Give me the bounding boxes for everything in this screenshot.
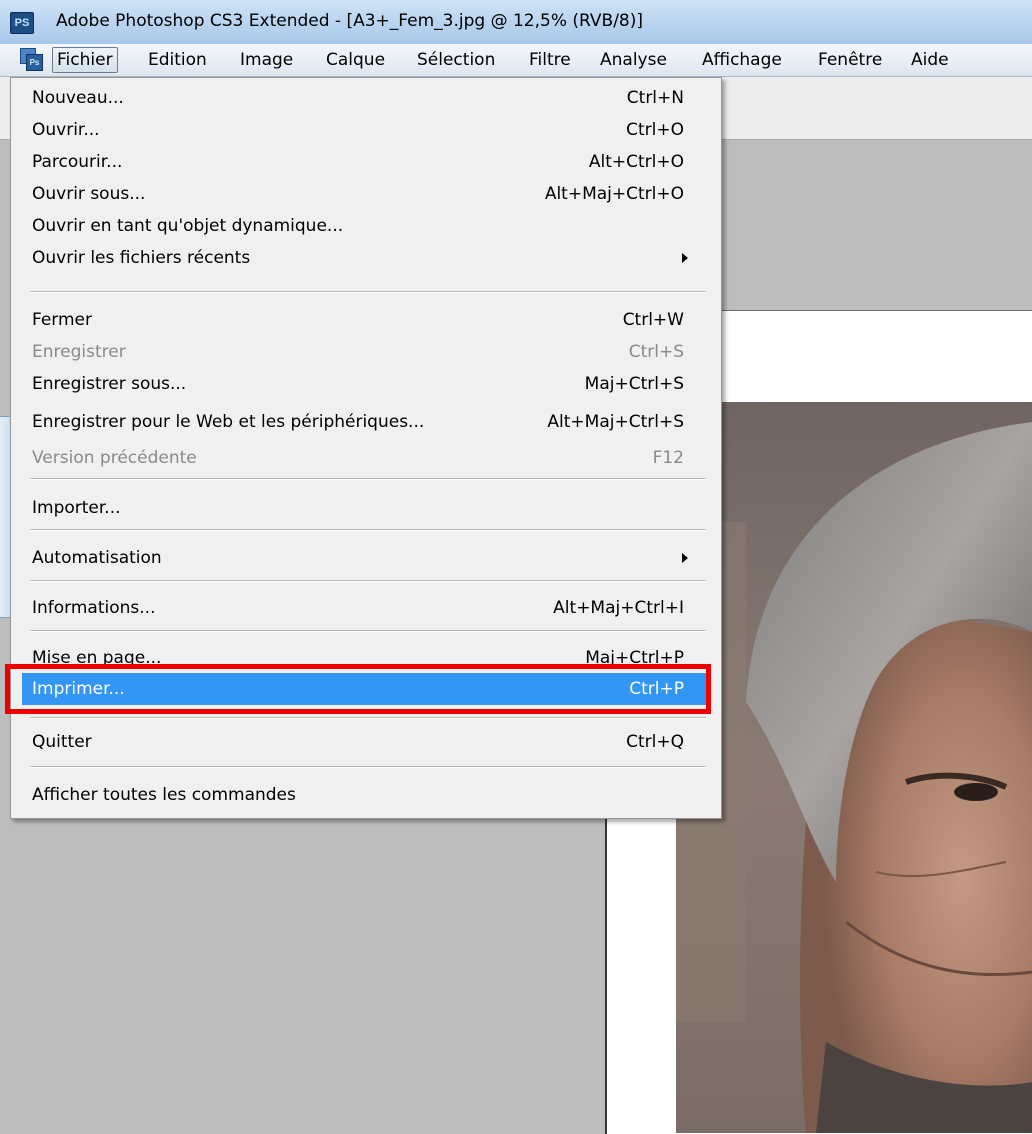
menu-separator [30,291,706,293]
submenu-arrow-icon [682,253,688,263]
document-icon[interactable]: Ps [20,48,43,71]
menu-item-informations[interactable]: Informations... Alt+Maj+Ctrl+I [32,593,692,623]
menu-image[interactable]: Image [236,47,297,73]
menu-separator [30,478,706,480]
submenu-arrow-icon [682,553,688,563]
menu-item-ouvrir[interactable]: Ouvrir... Ctrl+O [32,115,692,145]
menu-item-parcourir[interactable]: Parcourir... Alt+Ctrl+O [32,147,692,177]
title-bar: PS Adobe Photoshop CS3 Extended - [A3+_F… [0,0,1032,44]
menu-item-fermer[interactable]: Fermer Ctrl+W [32,305,692,335]
menu-analyse[interactable]: Analyse [596,47,671,73]
menu-item-version-precedente: Version précédente F12 [32,448,684,468]
portrait-image [676,402,1032,1133]
menu-separator [30,529,706,531]
photoshop-app-icon: PS [10,12,34,34]
menu-calque[interactable]: Calque [322,47,389,73]
menu-item-enregistrer-sous[interactable]: Enregistrer sous... Maj+Ctrl+S [32,369,692,399]
menu-fichier[interactable]: Fichier [52,47,118,73]
menu-separator [30,717,706,719]
menu-item-fichiers-recents[interactable]: Ouvrir les fichiers récents [32,243,692,273]
menu-filtre[interactable]: Filtre [525,47,575,73]
window-title: Adobe Photoshop CS3 Extended - [A3+_Fem_… [56,11,644,31]
menu-affichage[interactable]: Affichage [698,47,786,73]
menu-item-enregistrer-web[interactable]: Enregistrer pour le Web et les périphéri… [32,407,692,437]
menu-item-objet-dynamique[interactable]: Ouvrir en tant qu'objet dynamique... [32,211,692,241]
menu-item-nouveau[interactable]: Nouveau... Ctrl+N [32,83,692,113]
menu-separator [30,580,706,582]
menu-aide[interactable]: Aide [907,47,953,73]
menu-edition[interactable]: Edition [144,47,211,73]
menu-separator [30,766,706,768]
annotation-highlight-box [5,664,711,714]
menu-selection[interactable]: Sélection [413,47,499,73]
menu-item-enregistrer: Enregistrer Ctrl+S [32,342,684,362]
menu-item-importer[interactable]: Importer... [32,493,692,523]
menu-item-afficher-commandes[interactable]: Afficher toutes les commandes [32,780,692,810]
menu-separator [30,630,706,632]
menu-fenetre[interactable]: Fenêtre [814,47,886,73]
menu-item-quitter[interactable]: Quitter Ctrl+Q [32,727,692,757]
menu-item-automatisation[interactable]: Automatisation [32,543,692,573]
menu-item-ouvrir-sous[interactable]: Ouvrir sous... Alt+Maj+Ctrl+O [32,179,692,209]
photo-preview [676,402,1032,1133]
